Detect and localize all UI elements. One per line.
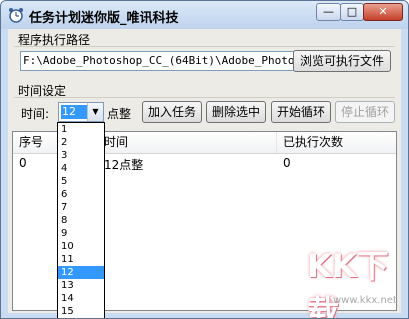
hour-option[interactable]: 9 — [58, 227, 104, 240]
hour-option[interactable]: 4 — [58, 162, 104, 175]
hour-option[interactable]: 3 — [58, 149, 104, 162]
add-task-button[interactable]: 加入任务 — [142, 101, 202, 123]
hour-option[interactable]: 14 — [58, 292, 104, 305]
hour-option[interactable]: 1 — [58, 123, 104, 136]
delete-selected-button[interactable]: 删除选中 — [206, 101, 266, 123]
minimize-icon: — — [323, 5, 334, 18]
stop-loop-button: 停止循环 — [335, 101, 395, 123]
path-group-divider — [14, 46, 395, 47]
alarm-clock-icon — [9, 8, 23, 23]
hour-option[interactable]: 15 — [58, 305, 104, 318]
hour-option[interactable]: 7 — [58, 201, 104, 214]
time-group-divider — [14, 97, 395, 98]
app-window: 任务计划迷你版_唯讯科技 — □ ✕ 程序执行路径 F:\Adobe_Photo… — [0, 0, 409, 319]
hour-option[interactable]: 8 — [58, 214, 104, 227]
hour-suffix-label: 点整 — [107, 107, 132, 121]
path-input[interactable]: F:\Adobe_Photoshop_CC_(64Bit)\Adobe_Phot… — [20, 51, 295, 71]
hour-option[interactable]: 2 — [58, 136, 104, 149]
hour-option[interactable]: 13 — [58, 279, 104, 292]
row-count: 0 — [283, 156, 291, 170]
close-button[interactable]: ✕ — [363, 3, 403, 21]
hour-select[interactable]: 12 ▼ — [58, 102, 104, 122]
watermark-logo: KK下载 www.kkx.net — [307, 241, 402, 318]
chevron-down-icon[interactable]: ▼ — [87, 103, 103, 121]
start-loop-button[interactable]: 开始循环 — [271, 101, 331, 123]
hour-option-selected[interactable]: 12 — [58, 266, 104, 279]
hour-option[interactable]: 6 — [58, 188, 104, 201]
close-icon: ✕ — [378, 5, 388, 18]
watermark-url: www.kkx.net — [333, 295, 397, 306]
minimize-button[interactable]: — — [316, 3, 341, 21]
window-title: 任务计划迷你版_唯讯科技 — [29, 11, 179, 26]
column-header-time[interactable]: 时间 — [98, 132, 277, 153]
hour-option[interactable]: 10 — [58, 240, 104, 253]
row-index: 0 — [19, 156, 27, 170]
hour-option[interactable]: 5 — [58, 175, 104, 188]
hour-select-value: 12 — [61, 105, 88, 119]
column-header-count[interactable]: 已执行次数 — [277, 132, 396, 153]
hour-dropdown-list[interactable]: 1 2 3 4 5 6 7 8 9 10 11 12 13 14 15 — [57, 122, 105, 318]
time-label: 时间: — [21, 107, 50, 121]
title-bar[interactable]: 任务计划迷你版_唯讯科技 — □ ✕ — [1, 1, 408, 29]
browse-button[interactable]: 浏览可执行文件 — [293, 50, 391, 72]
maximize-icon: □ — [346, 5, 358, 18]
watermark-text: KK下载 — [307, 247, 389, 319]
hour-option[interactable]: 11 — [58, 253, 104, 266]
maximize-button[interactable]: □ — [340, 3, 364, 21]
